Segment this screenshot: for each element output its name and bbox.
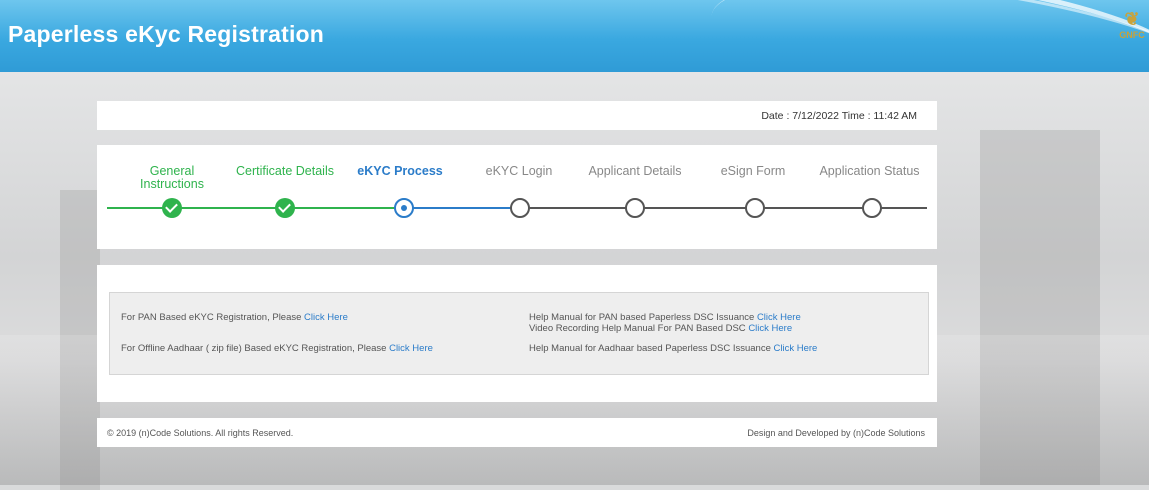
step-check-icon[interactable]: [275, 198, 295, 218]
video-manual-text: Video Recording Help Manual For PAN Base…: [529, 323, 749, 334]
page-footer: © 2019 (n)Code Solutions. All rights Res…: [97, 418, 937, 447]
pan-registration-text: For PAN Based eKYC Registration, Please: [121, 312, 305, 323]
offline-aadhaar-line: For Offline Aadhaar ( zip file) Based eK…: [121, 343, 433, 354]
video-manual-line: Video Recording Help Manual For PAN Base…: [529, 323, 792, 334]
step-label-esign-form: eSign Form: [720, 164, 786, 178]
offline-aadhaar-link[interactable]: Click Here: [389, 343, 433, 354]
date-bar: Date : 7/12/2022 Time : 11:42 AM: [97, 101, 937, 130]
step-pending-icon: [510, 198, 530, 218]
credit-text: Design and Developed by (n)Code Solution…: [747, 428, 925, 438]
page-header: Paperless eKyc Registration ❦ GNFC: [0, 0, 1149, 72]
offline-aadhaar-text: For Offline Aadhaar ( zip file) Based eK…: [121, 343, 390, 354]
step-check-icon[interactable]: [162, 198, 182, 218]
progress-steps: General Instructions Certificate Details…: [97, 145, 937, 249]
aadhaar-manual-link[interactable]: Click Here: [774, 343, 818, 354]
step-label-ekyc-process[interactable]: eKYC Process: [345, 165, 455, 178]
pan-registration-link[interactable]: Click Here: [304, 312, 348, 323]
header-swoosh: [702, 0, 1149, 72]
aadhaar-manual-line: Help Manual for Aadhaar based Paperless …: [529, 343, 817, 354]
logo-emblem-icon: ❦: [1124, 9, 1140, 29]
aadhaar-manual-text: Help Manual for Aadhaar based Paperless …: [529, 343, 774, 354]
page-title: Paperless eKyc Registration: [8, 21, 325, 47]
pan-manual-line: Help Manual for PAN based Paperless DSC …: [529, 312, 801, 323]
date-time-text: Date : 7/12/2022 Time : 11:42 AM: [761, 110, 917, 122]
video-manual-link[interactable]: Click Here: [748, 323, 792, 334]
step-pending-icon: [625, 198, 645, 218]
company-logo: ❦ GNFC: [1115, 8, 1149, 54]
step-label-general-instructions[interactable]: General Instructions: [117, 165, 227, 191]
step-pending-icon: [745, 198, 765, 218]
logo-text: GNFC: [1119, 30, 1145, 40]
track-done: [107, 207, 407, 209]
ekyc-options-box: For PAN Based eKYC Registration, Please …: [109, 292, 929, 375]
pan-registration-line: For PAN Based eKYC Registration, Please …: [121, 312, 348, 323]
step-label-ekyc-login: eKYC Login: [485, 164, 553, 178]
step-pending-icon: [862, 198, 882, 218]
step-label-application-status: Application Status: [819, 164, 920, 178]
step-label-certificate-details[interactable]: Certificate Details: [225, 165, 345, 178]
track-active: [407, 207, 522, 209]
copyright-text: © 2019 (n)Code Solutions. All rights Res…: [107, 428, 294, 438]
step-current-icon[interactable]: [394, 198, 414, 218]
step-label-applicant-details: Applicant Details: [588, 164, 682, 178]
pan-manual-text: Help Manual for PAN based Paperless DSC …: [529, 312, 757, 323]
ekyc-options-panel: For PAN Based eKYC Registration, Please …: [97, 265, 937, 402]
pan-manual-link[interactable]: Click Here: [757, 312, 801, 323]
